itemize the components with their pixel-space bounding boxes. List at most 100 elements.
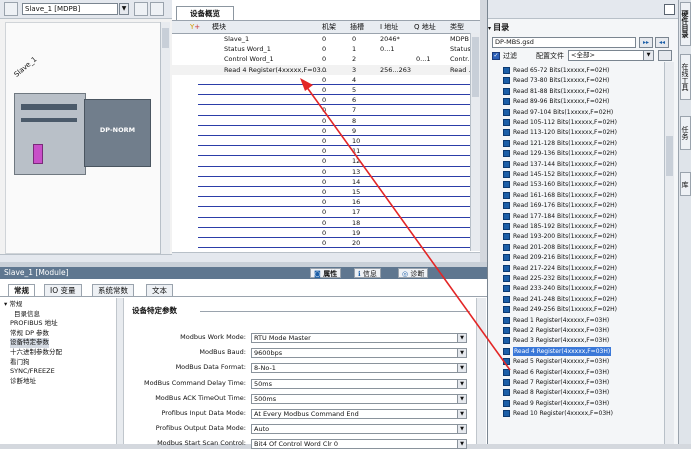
dp-norm-module[interactable]: DP-NORM — [84, 99, 151, 167]
device-select[interactable]: Slave_1 [MDPB] — [22, 3, 118, 15]
catalog-vscrollbar[interactable] — [664, 62, 674, 444]
table-row[interactable]: Slave_1 0 0 2046* MDPB — [172, 34, 470, 44]
col-iaddr[interactable]: I 地址 — [380, 21, 398, 33]
module-icon — [503, 67, 510, 74]
catalog-item[interactable]: Read 10 Register(4xxxxx,F=03H) — [503, 409, 613, 419]
module-icon — [503, 285, 510, 293]
catalog-item[interactable]: Read 177-184 Bits(1xxxxx,F=02H) — [503, 212, 617, 222]
catalog-item[interactable]: Read 4 Register(4xxxxx,F=03H) — [503, 346, 613, 357]
chevron-down-icon[interactable]: ▼ — [457, 394, 466, 403]
param-value: 500ms — [254, 394, 277, 403]
catalog-item[interactable]: Read 1 Register(4xxxxx,F=03H) — [503, 316, 613, 326]
table-row[interactable]: Status Word_1 0 1 0...1 Status... — [172, 44, 470, 54]
chevron-down-icon[interactable]: ▼ — [457, 334, 466, 342]
properties-vscrollbar[interactable] — [476, 298, 486, 444]
catalog-item[interactable]: Read 97-104 Bits(1xxxxx,F=02H) — [503, 108, 613, 118]
param-select[interactable]: Bit4 Of Control Word Clr 0 ▼ — [251, 439, 467, 449]
catalog-item[interactable]: Read 217-224 Bits(1xxxxx,F=02H) — [503, 264, 617, 274]
module-icon — [503, 410, 510, 418]
catalog-item[interactable]: Read 209-216 Bits(1xxxxx,F=02H) — [503, 253, 617, 263]
col-slot[interactable]: 插槽 — [350, 21, 364, 33]
param-select[interactable]: At Every Modbus Command End ▼ — [251, 409, 467, 419]
chevron-down-icon[interactable]: ▼ — [457, 410, 466, 418]
chevron-down-icon[interactable]: ▼ — [457, 440, 466, 449]
catalog-item[interactable]: Read 161-168 Bits(1xxxxx,F=02H) — [503, 191, 617, 201]
catalog-item-label: Read 225-232 Bits(1xxxxx,F=02H) — [513, 275, 618, 282]
catalog-item[interactable]: Read 145-152 Bits(1xxxxx,F=02H) — [503, 170, 617, 180]
catalog-item[interactable]: Read 153-160 Bits(1xxxxx,F=02H) — [503, 180, 617, 190]
overview-icon[interactable] — [150, 2, 164, 16]
device-toolbar-icon[interactable] — [4, 2, 18, 16]
col-module[interactable]: 模块 — [212, 21, 226, 33]
catalog-item[interactable]: Read 81-88 Bits(1xxxxx,F=02H) — [503, 87, 613, 97]
param-select[interactable]: 8-No-1 ▼ — [251, 363, 467, 374]
catalog-item[interactable]: Read 65-72 Bits(1xxxxx,F=02H) — [503, 66, 613, 76]
chevron-down-icon[interactable]: ▼ — [457, 379, 466, 388]
catalog-item[interactable]: Read 73-80 Bits(1xxxxx,F=02H) — [503, 76, 613, 86]
search-back-icon[interactable]: ◂◂ — [655, 37, 669, 48]
tab-hardware-catalog[interactable]: 硬件目录 — [680, 2, 691, 46]
col-type[interactable]: 类型 — [450, 21, 464, 33]
catalog-item[interactable]: Read 129-136 Bits(1xxxxx,F=02H) — [503, 149, 617, 159]
search-icon[interactable]: ▸▸ — [639, 37, 653, 48]
catalog-item[interactable]: Read 5 Register(4xxxxx,F=03H) — [503, 357, 613, 367]
slave-head-module[interactable] — [14, 93, 86, 175]
catalog-item-label: Read 177-184 Bits(1xxxxx,F=02H) — [513, 212, 618, 220]
tab-device-overview[interactable]: 设备概览 — [176, 6, 234, 20]
overview-hscrollbar[interactable] — [172, 252, 480, 262]
filter-checkbox[interactable]: ✓ — [492, 52, 500, 60]
chevron-down-icon[interactable]: ▼ — [457, 364, 466, 373]
minimize-icon[interactable] — [664, 4, 675, 15]
catalog-item[interactable]: Read 89-96 Bits(1xxxxx,F=02H) — [503, 97, 613, 107]
device-table-icon[interactable] — [134, 2, 148, 16]
col-rack[interactable]: 机架 — [322, 21, 336, 33]
catalog-item[interactable]: Read 169-176 Bits(1xxxxx,F=02H) — [503, 201, 617, 211]
catalog-item[interactable]: Read 193-200 Bits(1xxxxx,F=02H) — [503, 232, 617, 242]
catalog-item[interactable]: Read 6 Register(4xxxxx,F=03H) — [503, 368, 613, 378]
catalog-item[interactable]: Read 7 Register(4xxxxx,F=03H) — [503, 378, 613, 388]
catalog-item[interactable]: Read 121-128 Bits(1xxxxx,F=02H) — [503, 139, 617, 149]
catalog-item[interactable]: Read 233-240 Bits(1xxxxx,F=02H) — [503, 284, 617, 294]
table-row[interactable]: Read 4 Register(4xxxxx,F=03... 0 3 256...26… — [172, 64, 470, 75]
param-select[interactable]: Auto ▼ — [251, 424, 467, 435]
catalog-item[interactable]: Read 249-256 Bits(1xxxxx,F=02H) — [503, 305, 617, 315]
profile-select[interactable]: <全部> ▼ — [568, 50, 654, 61]
catalog-item[interactable]: Read 225-232 Bits(1xxxxx,F=02H) — [503, 274, 617, 284]
catalog-item[interactable]: Read 9 Register(4xxxxx,F=03H) — [503, 399, 613, 409]
param-select[interactable]: 9600bps ▼ — [251, 348, 467, 359]
catalog-item[interactable]: Read 137-144 Bits(1xxxxx,F=02H) — [503, 160, 617, 170]
tab-tasks[interactable]: 任务 — [680, 116, 691, 150]
catalog-item[interactable]: Read 201-208 Bits(1xxxxx,F=02H) — [503, 243, 617, 253]
catalog-item[interactable]: Read 241-248 Bits(1xxxxx,F=02H) — [503, 295, 617, 305]
catalog-item-label: Read 209-216 Bits(1xxxxx,F=02H) — [513, 254, 618, 262]
catalog-item[interactable]: Read 185-192 Bits(1xxxxx,F=02H) — [503, 222, 617, 232]
param-select[interactable]: 50ms ▼ — [251, 378, 467, 389]
col-qaddr[interactable]: Q 地址 — [414, 21, 436, 33]
filter-icon[interactable]: Y+ — [190, 21, 210, 33]
overview-vscrollbar[interactable] — [470, 33, 480, 251]
catalog-item[interactable]: Read 8 Register(4xxxxx,F=03H) — [503, 388, 613, 398]
param-select[interactable]: 500ms ▼ — [251, 393, 467, 404]
catalog-item-label: Read 6 Register(4xxxxx,F=03H) — [513, 368, 610, 376]
chevron-down-icon[interactable]: ▼ — [457, 425, 466, 434]
module-icon — [503, 275, 510, 282]
catalog-search-input[interactable]: DP-MBS.gsd — [492, 37, 636, 48]
chevron-down-icon[interactable]: ▼ — [457, 349, 466, 358]
cell-slot: 0 — [352, 35, 357, 43]
tab-library[interactable]: 库 — [680, 172, 691, 196]
param-label: Profibus Input Data Mode: — [161, 409, 247, 417]
profile-settings-icon[interactable] — [658, 50, 672, 61]
cell-rack: 0 — [322, 55, 327, 64]
catalog-item[interactable]: Read 2 Register(4xxxxx,F=03H) — [503, 326, 613, 336]
param-select[interactable]: RTU Mode Master ▼ — [251, 333, 467, 343]
catalog-item[interactable]: Read 113-120 Bits(1xxxxx,F=02H) — [503, 128, 617, 138]
slave-label: Slave_1 — [12, 55, 39, 79]
catalog-item[interactable]: Read 105-112 Bits(1xxxxx,F=02H) — [503, 118, 617, 128]
chevron-down-icon[interactable]: ▼ — [119, 3, 129, 15]
device-canvas[interactable]: Slave_1 DP-NORM — [5, 22, 162, 254]
device-vscrollbar[interactable] — [160, 22, 170, 254]
tab-online-tools[interactable]: 在线工具 — [680, 54, 691, 100]
chevron-down-icon[interactable]: ▼ — [643, 51, 653, 60]
catalog-item[interactable]: Read 3 Register(4xxxxx,F=03H) — [503, 336, 613, 346]
table-row[interactable]: Control Word_1 0 2 0...1 Contr... — [172, 54, 470, 64]
